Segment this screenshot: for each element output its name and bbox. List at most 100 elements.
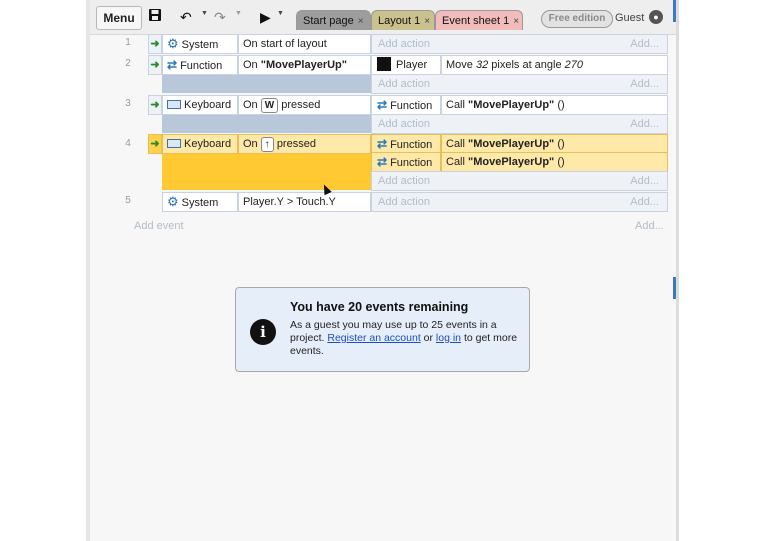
save-icon[interactable] [148,8,162,26]
event-number: 5 [125,195,131,206]
action-text[interactable]: Call "MovePlayerUp" () [441,134,668,154]
object-label: Function [390,139,433,151]
play-icon[interactable]: ▶ [260,8,271,26]
event-number: 4 [125,138,131,149]
toolbar: Menu ↶ ▼ ↷ ▼ ▶ ▼ Start page × Layout 1 × E… [90,0,676,35]
add-action[interactable]: Add action Add... [371,74,668,94]
condition-object[interactable]: ⚙ System [162,34,238,54]
info-icon: i [250,319,276,345]
arrow-icon[interactable]: ➜ [148,95,162,115]
condition-text[interactable]: On ↑ pressed [238,134,371,154]
add-action-short: Add... [630,78,659,90]
free-edition-badge[interactable]: Free edition [541,10,613,28]
arrow-up-key-icon: ↑ [260,137,274,152]
object-label: Player [396,59,428,71]
undo-icon[interactable]: ↶ [180,8,192,26]
object-label: Keyboard [184,99,232,111]
event-number: 1 [125,37,131,48]
action-param: 270 [564,59,584,71]
tab-event-sheet-1[interactable]: Event sheet 1 × [435,10,523,30]
cond-suffix: pressed [276,138,316,150]
user-label[interactable]: Guest [615,10,644,26]
tab-layout-1[interactable]: Layout 1 × [371,10,435,30]
left-frame [0,0,90,541]
condition-text[interactable]: On "MovePlayerUp" [238,55,371,75]
action-post: () [554,138,565,150]
condition-text[interactable]: On W pressed [238,95,371,115]
add-action[interactable]: Add action Add... [371,34,668,54]
close-icon[interactable]: × [424,16,430,27]
menu-button[interactable]: Menu [96,6,142,30]
action-mid: pixels at angle [488,59,565,71]
close-icon[interactable]: × [358,16,364,27]
play-dropdown-icon[interactable]: ▼ [277,10,284,17]
notice-title: You have 20 events remaining [290,300,469,314]
arrow-icon[interactable]: ➜ [148,134,162,154]
login-link[interactable]: log in [436,332,461,344]
add-action-short: Add... [630,196,659,208]
event-number: 3 [125,98,131,109]
action-pre: Move [446,59,476,71]
sprite-icon [377,57,391,71]
action-post: () [554,156,565,168]
action-text[interactable]: Move 32 pixels at angle 270 [441,55,668,75]
object-label: Keyboard [184,138,232,150]
arrow-icon[interactable]: ➜ [148,34,162,54]
action-text[interactable]: Call "MovePlayerUp" () [441,152,668,172]
action-object[interactable]: ⇄ Function [371,95,441,115]
cond-prefix: On [243,99,258,111]
add-event-short[interactable]: Add... [635,220,664,232]
action-object[interactable]: ⇄ Function [371,152,441,172]
condition-text[interactable]: On start of layout [238,34,371,54]
condition-object[interactable]: ⇄ Function [162,55,238,75]
add-action-short: Add... [630,38,659,50]
register-link[interactable]: Register an account [327,332,420,344]
add-action[interactable]: Add action Add... [371,171,668,191]
add-action-label: Add action [378,78,430,90]
keyboard-icon [167,139,181,148]
redo-icon[interactable]: ↷ [214,8,226,26]
function-name: "MovePlayerUp" [468,138,555,150]
add-action-label: Add action [378,175,430,187]
events-remaining-notice: i You have 20 events remaining As a gues… [235,287,530,372]
event-block-fill [162,115,371,133]
function-icon: ⇄ [167,58,178,72]
notice-body: As a guest you may use up to 25 events i… [290,319,520,358]
cond-suffix: pressed [281,99,321,111]
close-icon[interactable]: × [513,16,519,27]
action-pre: Call [446,99,469,111]
undo-dropdown-icon[interactable]: ▼ [201,10,208,17]
add-action-short: Add... [630,118,659,130]
add-action[interactable]: Add action Add... [371,192,668,212]
action-object[interactable]: ⇄ Function [371,134,441,154]
action-pre: Call [446,156,469,168]
function-name: "MovePlayerUp" [260,59,347,71]
redo-dropdown-icon[interactable]: ▼ [235,10,242,17]
tab-label: Start page [303,15,354,27]
gear-icon: ⚙ [167,194,179,209]
function-icon: ⇄ [377,137,388,151]
condition-object[interactable]: ⚙ System [162,192,238,212]
event-block-fill [162,75,371,93]
condition-object[interactable]: Keyboard [162,134,238,154]
condition-text[interactable]: Player.Y > Touch.Y [238,192,371,212]
object-label: System [181,39,219,51]
add-action-label: Add action [378,118,430,130]
keyboard-icon [167,100,181,109]
add-action[interactable]: Add action Add... [371,114,668,134]
user-icon[interactable]: ● [649,10,663,24]
condition-object[interactable]: Keyboard [162,95,238,115]
tab-label: Event sheet 1 [442,15,510,27]
event-number: 2 [125,58,131,69]
action-text[interactable]: Call "MovePlayerUp" () [441,95,668,115]
action-object[interactable]: Player [371,55,441,75]
arrow-icon[interactable]: ➜ [148,55,162,75]
function-name: "MovePlayerUp" [468,156,555,168]
add-action-label: Add action [378,196,430,208]
add-action-short: Add... [630,175,659,187]
object-label: Function [390,100,433,112]
action-pre: Call [446,138,469,150]
tab-start-page[interactable]: Start page × [296,10,371,30]
action-param: 32 [475,59,489,71]
add-event-link[interactable]: Add event [134,220,184,232]
